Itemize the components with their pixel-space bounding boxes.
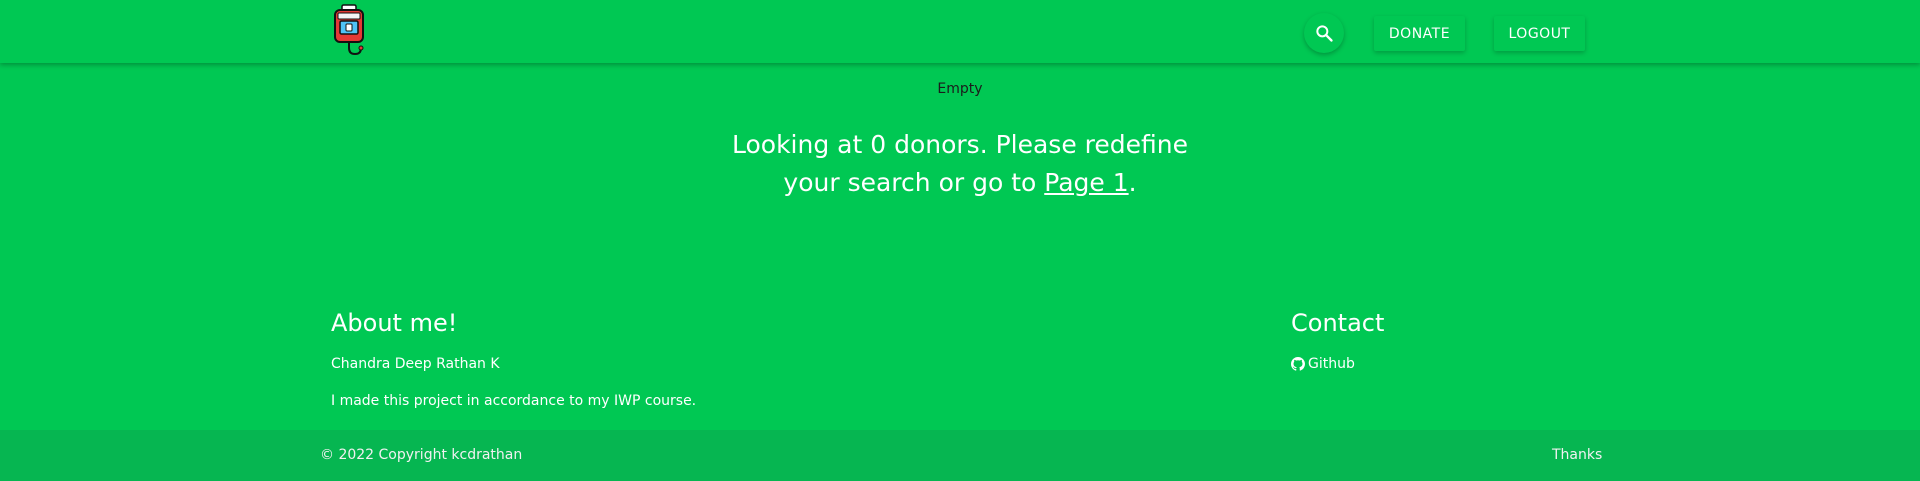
thanks-text: Thanks: [1552, 447, 1603, 463]
donate-button[interactable]: DONATE: [1374, 16, 1465, 51]
github-label: Github: [1308, 356, 1355, 372]
copyright-text: © 2022 Copyright kcdrathan: [320, 447, 523, 463]
search-icon: [1316, 25, 1333, 42]
page-1-link[interactable]: Page 1: [1044, 168, 1128, 197]
search-button[interactable]: [1304, 13, 1344, 53]
about-name: Chandra Deep Rathan K: [331, 356, 500, 372]
blood-bag-icon[interactable]: [331, 4, 367, 56]
github-icon: [1291, 357, 1305, 371]
github-link[interactable]: Github: [1291, 356, 1355, 372]
about-title: About me!: [331, 309, 458, 337]
message-end: .: [1128, 168, 1137, 197]
navbar: DONATE LOGOUT: [0, 0, 1920, 63]
footer-copyright-bar: [0, 430, 1920, 481]
about-description: I made this project in accordance to my …: [331, 393, 697, 409]
empty-label: Empty: [937, 81, 983, 97]
no-results-message: Looking at 0 donors. Please redefine you…: [700, 126, 1220, 202]
logout-button[interactable]: LOGOUT: [1494, 16, 1585, 51]
contact-title: Contact: [1291, 309, 1385, 337]
